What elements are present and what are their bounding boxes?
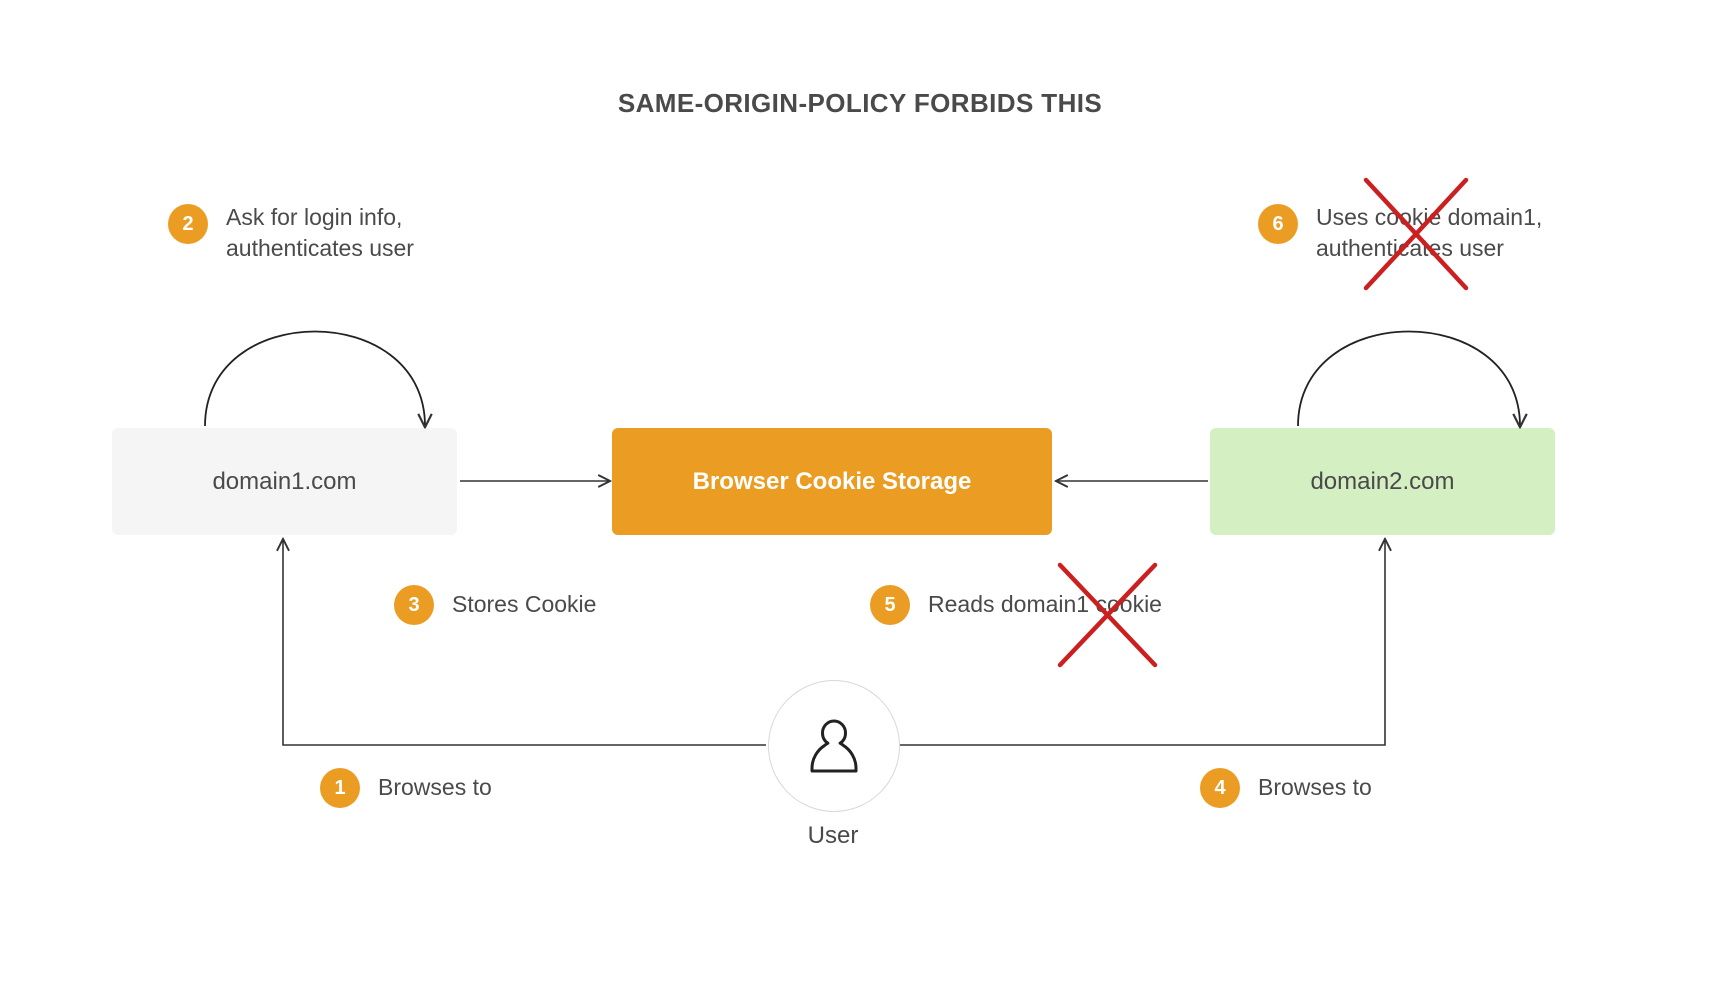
diagram-title: SAME-ORIGIN-POLICY FORBIDS THIS: [0, 88, 1720, 119]
arrow-user-to-domain1: [283, 540, 766, 745]
step-2-text: Ask for login info, authenticates user: [226, 202, 414, 264]
step-2: 2 Ask for login info, authenticates user: [168, 202, 414, 264]
step-1-text: Browses to: [378, 772, 492, 803]
step-5-badge: 5: [870, 585, 910, 625]
arrow-user-to-domain2: [900, 540, 1385, 745]
self-loop-domain1: [205, 332, 425, 427]
user-label: User: [768, 822, 898, 850]
step-1: 1 Browses to: [320, 768, 492, 808]
step-4-badge: 4: [1200, 768, 1240, 808]
step-4: 4 Browses to: [1200, 768, 1372, 808]
step-4-text: Browses to: [1258, 772, 1372, 803]
step-1-badge: 1: [320, 768, 360, 808]
step-3: 3 Stores Cookie: [394, 585, 596, 625]
cookie-storage-label: Browser Cookie Storage: [693, 468, 972, 496]
step-2-badge: 2: [168, 204, 208, 244]
step-5: 5 Reads domain1 cookie: [870, 585, 1162, 625]
cookie-storage-box: Browser Cookie Storage: [612, 428, 1052, 535]
step-3-badge: 3: [394, 585, 434, 625]
step-6-text: Uses cookie domain1, authenticates user: [1316, 202, 1542, 264]
diagram-canvas: SAME-ORIGIN-POLICY FORBIDS THIS domain1.…: [0, 0, 1720, 1000]
step-6: 6 Uses cookie domain1, authenticates use…: [1258, 202, 1542, 264]
domain1-label: domain1.com: [212, 468, 356, 496]
domain1-box: domain1.com: [112, 428, 457, 535]
user-node: [768, 680, 900, 812]
step-6-badge: 6: [1258, 204, 1298, 244]
domain2-label: domain2.com: [1310, 468, 1454, 496]
step-5-text: Reads domain1 cookie: [928, 589, 1162, 620]
person-icon: [808, 717, 860, 775]
step-3-text: Stores Cookie: [452, 589, 596, 620]
self-loop-domain2: [1298, 332, 1520, 427]
domain2-box: domain2.com: [1210, 428, 1555, 535]
